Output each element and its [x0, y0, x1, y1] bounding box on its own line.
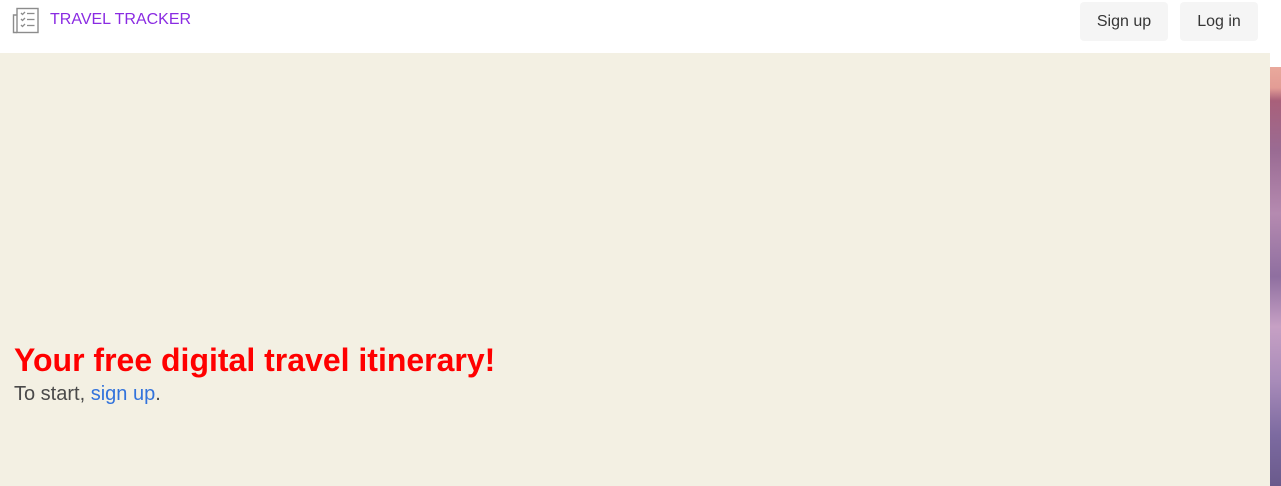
page: TRAVEL TRACKER Sign up Log in Your free …	[0, 0, 1281, 486]
signup-link[interactable]: sign up	[91, 383, 156, 405]
signup-button[interactable]: Sign up	[1080, 2, 1168, 41]
brand-link[interactable]: TRAVEL TRACKER	[12, 7, 191, 35]
navbar: TRAVEL TRACKER Sign up Log in	[0, 0, 1281, 53]
checklist-icon	[12, 7, 39, 34]
hero-section: Your free digital travel itinerary! To s…	[0, 53, 1270, 486]
nav-buttons: Sign up Log in	[1068, 2, 1258, 41]
hero-subtitle-suffix: .	[155, 383, 161, 405]
hero-subtitle-prefix: To start,	[14, 383, 91, 405]
side-gap	[1270, 53, 1281, 67]
hero-title: Your free digital travel itinerary!	[14, 342, 496, 378]
background-photo-edge	[1270, 67, 1281, 486]
hero-subtitle: To start, sign up.	[14, 380, 161, 408]
login-button[interactable]: Log in	[1180, 2, 1258, 41]
brand-label: TRAVEL TRACKER	[50, 11, 192, 28]
